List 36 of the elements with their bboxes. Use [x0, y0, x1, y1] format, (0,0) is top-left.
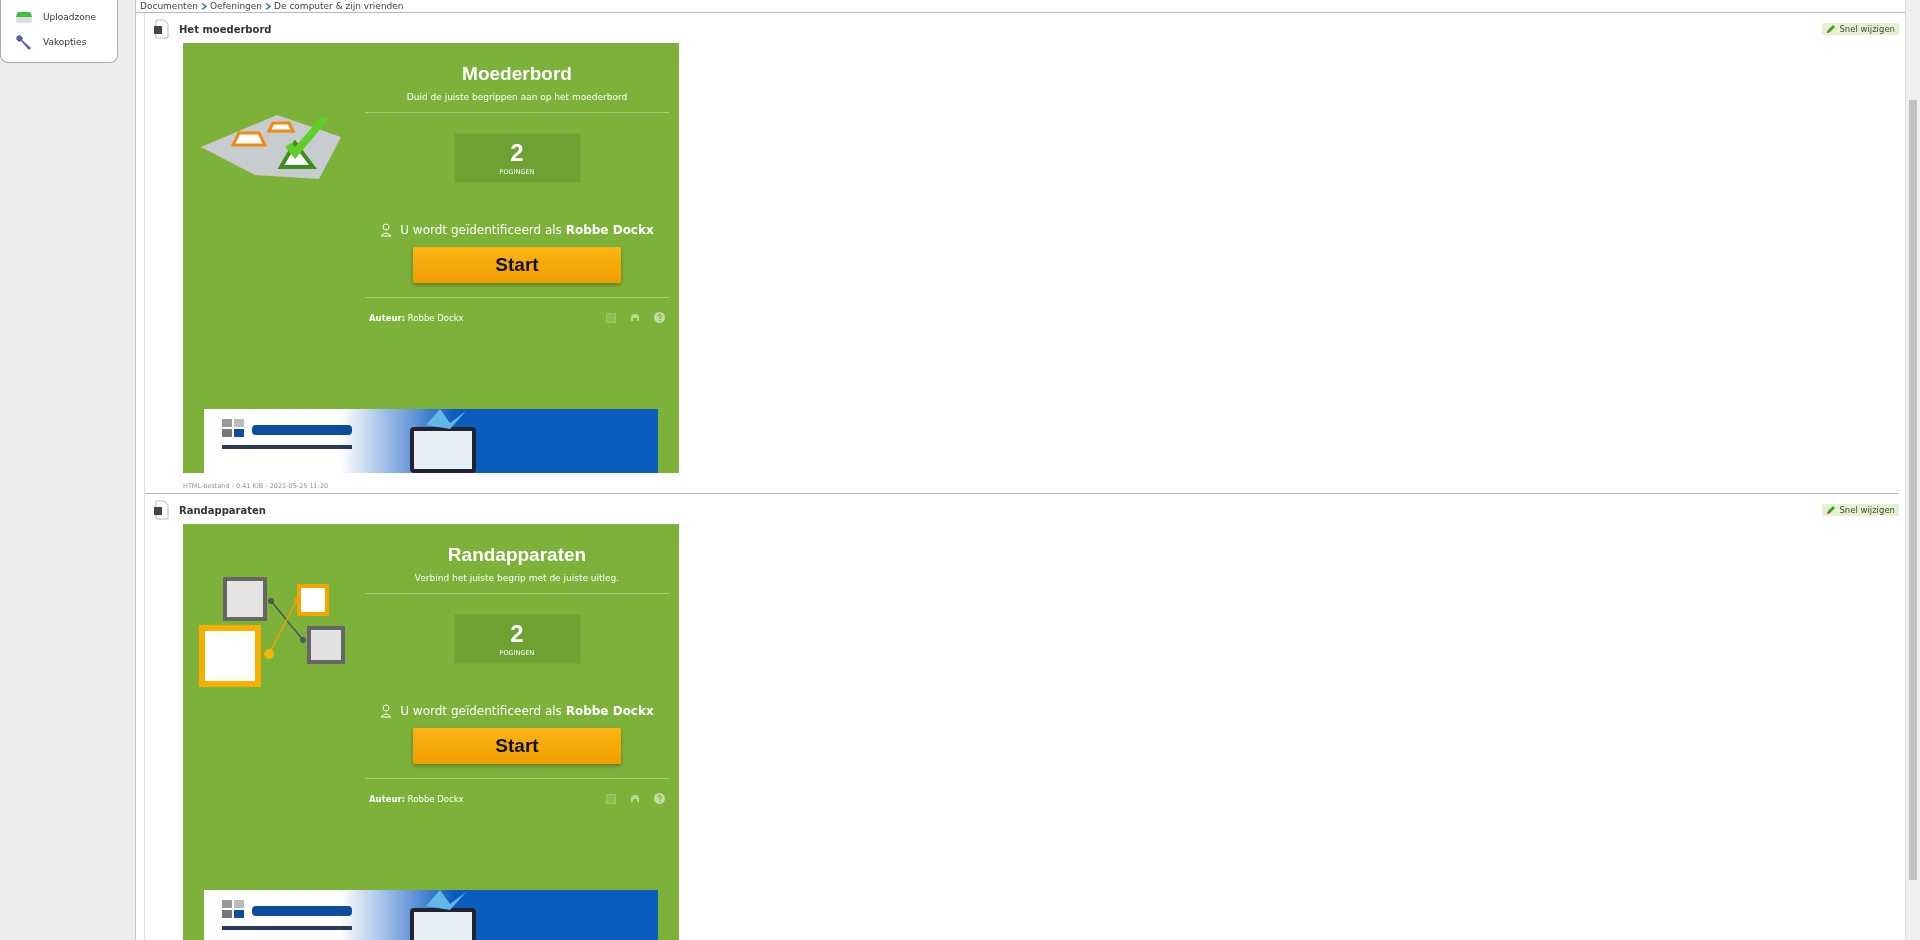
- wrench-icon: [15, 33, 33, 50]
- html-file-icon: [153, 500, 169, 520]
- help-icon[interactable]: [654, 793, 665, 804]
- attempts-count: 2: [510, 621, 524, 646]
- headphones-icon[interactable]: [630, 793, 640, 804]
- inbox-icon: [15, 9, 33, 24]
- exercise-title: Moederbord: [462, 63, 572, 85]
- exercise-instruction: Duid de juiste begrippen aan op het moederbord: [406, 92, 628, 102]
- attempts-count: 2: [510, 140, 524, 165]
- scrollbar-thumb[interactable]: [1909, 100, 1917, 880]
- breadcrumb-link[interactable]: Documenten: [140, 1, 198, 11]
- sidebar-item[interactable]: Uploadzone: [1, 4, 117, 29]
- breadcrumb-link[interactable]: De computer & zijn vrienden: [274, 1, 404, 11]
- document-title: Het moederbord: [179, 23, 273, 35]
- html-file-icon: [153, 19, 169, 39]
- exercise-instruction: Verbind het juiste begrip met de juiste uitleg.: [414, 573, 620, 583]
- headphones-icon[interactable]: [630, 312, 640, 323]
- breadcrumb-link[interactable]: Oefeningen: [209, 1, 263, 11]
- identity-text: U wordt geïdentificeerd als Robbe Dockx: [400, 223, 654, 237]
- chevron-icon: [265, 2, 272, 10]
- author-text: Auteur: Robbe Dockx: [369, 793, 465, 804]
- identity-text: U wordt geïdentificeerd als Robbe Dockx: [400, 704, 654, 718]
- author-text: Auteur: Robbe Dockx: [369, 312, 465, 323]
- quick-edit-button[interactable]: Snel wijzigen: [1822, 504, 1899, 516]
- start-button[interactable]: Start: [413, 247, 621, 283]
- exercise-title: Randapparaten: [447, 544, 587, 566]
- document-title: Randapparaten: [179, 504, 267, 516]
- user-icon: [380, 223, 393, 237]
- sidebar-item[interactable]: Vakopties: [1, 29, 117, 54]
- quick-edit-button[interactable]: Snel wijzigen: [1822, 23, 1899, 35]
- help-icon[interactable]: [654, 312, 665, 323]
- start-button[interactable]: Start: [413, 728, 621, 764]
- pencil-icon: [1826, 24, 1837, 34]
- pencil-icon: [1826, 505, 1837, 515]
- chevron-icon: [200, 2, 207, 10]
- user-icon: [380, 704, 393, 718]
